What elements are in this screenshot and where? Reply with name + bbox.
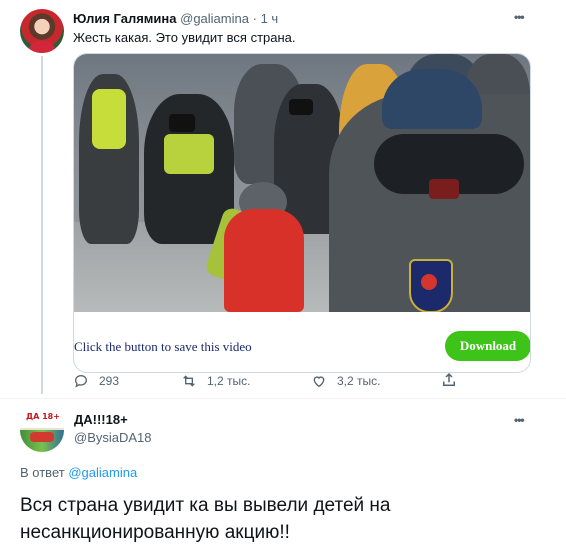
media-card: Click the button to save this video Down… <box>73 53 531 373</box>
thread-line <box>41 56 43 394</box>
reply-count: 293 <box>99 374 120 388</box>
reply-prefix: В ответ <box>20 465 65 480</box>
reply-icon <box>74 374 88 388</box>
camera-shape <box>289 99 313 115</box>
author-handle[interactable]: @BysiaDA18 <box>74 430 152 445</box>
crowd-vest <box>164 134 214 174</box>
child-jacket-shape <box>224 209 304 312</box>
more-horizontal-icon[interactable]: ••• <box>514 413 525 427</box>
tweet-divider <box>0 398 566 399</box>
retweet-icon <box>183 375 195 387</box>
more-horizontal-icon[interactable]: ••• <box>514 10 525 24</box>
tweet-text: Вся страна увидит ка вы вывели детей на … <box>20 495 391 543</box>
camera-shape <box>169 114 195 132</box>
police-patch-emblem <box>421 274 437 290</box>
reply-to-link[interactable]: @galiamina <box>68 465 137 480</box>
retweet-action[interactable]: 1,2 тыс. <box>181 372 250 390</box>
timestamp[interactable]: 1 ч <box>261 11 279 26</box>
shoulder-patch-shape <box>429 179 459 199</box>
tweet-text: Жесть какая. Это увидит вся страна. <box>73 30 296 45</box>
author-name[interactable]: Юлия Галямина <box>73 11 177 26</box>
separator: · <box>252 11 257 26</box>
tweet-header: Юлия Галямина @galiamina · 1 ч <box>73 11 278 26</box>
author-name[interactable]: ДА!!!18+ <box>74 412 128 427</box>
reply-context: В ответ @galiamina <box>20 465 137 480</box>
heart-icon <box>313 376 325 388</box>
download-button[interactable]: Download <box>445 331 530 361</box>
avatar[interactable]: ДА 18+ <box>20 408 64 452</box>
officer-hat-shape <box>382 69 482 129</box>
avatar-car-shape <box>30 432 54 442</box>
like-action[interactable]: 3,2 тыс. <box>311 372 380 390</box>
video-thumbnail[interactable] <box>74 54 530 312</box>
twitter-thread: Юлия Галямина @galiamina · 1 ч ••• Жесть… <box>0 0 566 556</box>
retweet-count: 1,2 тыс. <box>207 374 251 388</box>
avatar-shirt <box>28 41 56 53</box>
crowd-vest <box>92 89 126 149</box>
save-video-text: Click the button to save this video <box>74 339 252 354</box>
author-handle[interactable]: @galiamina <box>180 11 249 26</box>
share-icon[interactable] <box>440 371 458 389</box>
avatar[interactable] <box>20 9 64 53</box>
like-count: 3,2 тыс. <box>337 374 381 388</box>
reply-action[interactable]: 293 <box>73 372 119 390</box>
avatar-logo-text: ДА 18+ <box>26 412 60 421</box>
